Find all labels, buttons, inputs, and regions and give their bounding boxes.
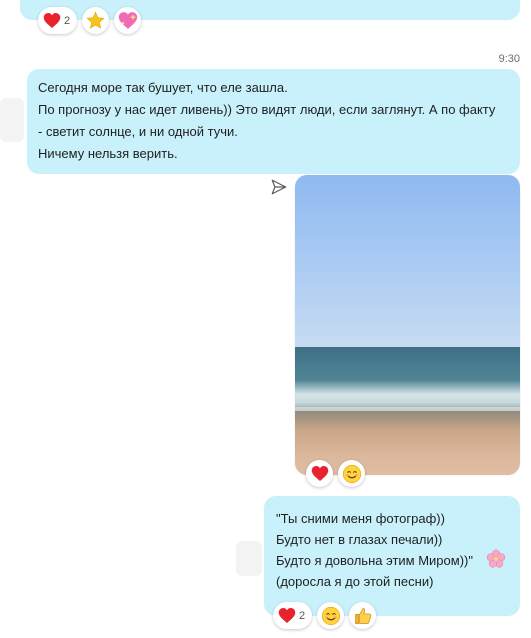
reaction-smile[interactable]	[338, 460, 365, 487]
sea-beach-photo[interactable]	[295, 175, 520, 475]
reaction-count: 2	[299, 609, 306, 622]
smiling-face-icon	[321, 606, 340, 625]
reaction-heart[interactable]	[306, 460, 333, 487]
text-message-bubble[interactable]: Сегодня море так бушует, что еле зашла. …	[27, 69, 520, 174]
message-line: Сегодня море так бушует, что еле зашла.	[38, 80, 288, 95]
message-line: Ничему нельзя верить.	[38, 146, 178, 161]
photo-waves	[295, 380, 520, 412]
message-line: - светит солнце, и ни одной тучи.	[38, 124, 238, 139]
cherry-blossom-icon	[486, 549, 506, 568]
photo-sky	[295, 175, 520, 350]
reaction-smile[interactable]	[317, 602, 345, 629]
reaction-heart[interactable]: 2	[38, 7, 78, 34]
reaction-count: 2	[64, 14, 71, 27]
reaction-heart[interactable]: 2	[273, 602, 313, 629]
previous-message-reactions: 2	[38, 7, 142, 34]
heart-icon	[278, 608, 296, 623]
poem-reactions: 2	[273, 602, 377, 629]
message-line: "Ты сними меня фотограф))	[276, 511, 445, 526]
thumbs-up-icon	[354, 607, 371, 624]
star-icon	[86, 11, 105, 29]
message-line: Будто нет в глазах печали))	[276, 532, 443, 547]
message-timestamp: 9:30	[498, 53, 520, 65]
sparkling-heart-icon	[118, 12, 137, 29]
reaction-sparkling-heart[interactable]	[114, 7, 142, 34]
heart-icon	[311, 466, 328, 481]
heart-icon	[43, 13, 61, 28]
forward-icon[interactable]	[270, 178, 288, 196]
message-line: По прогнозу у нас идет ливень)) Это видя…	[38, 102, 496, 117]
hover-action-placeholder	[236, 541, 262, 576]
message-line: Будто я довольна этим Миром))"	[276, 553, 473, 568]
smiling-face-icon	[342, 464, 361, 483]
photo-reactions	[306, 460, 365, 487]
reaction-star[interactable]	[82, 7, 110, 34]
reaction-thumbs-up[interactable]	[349, 602, 377, 629]
hover-action-placeholder	[0, 98, 24, 142]
poem-message-bubble[interactable]: "Ты сними меня фотограф)) Будто нет в гл…	[264, 496, 520, 616]
message-line: (доросла я до этой песни)	[276, 574, 434, 589]
